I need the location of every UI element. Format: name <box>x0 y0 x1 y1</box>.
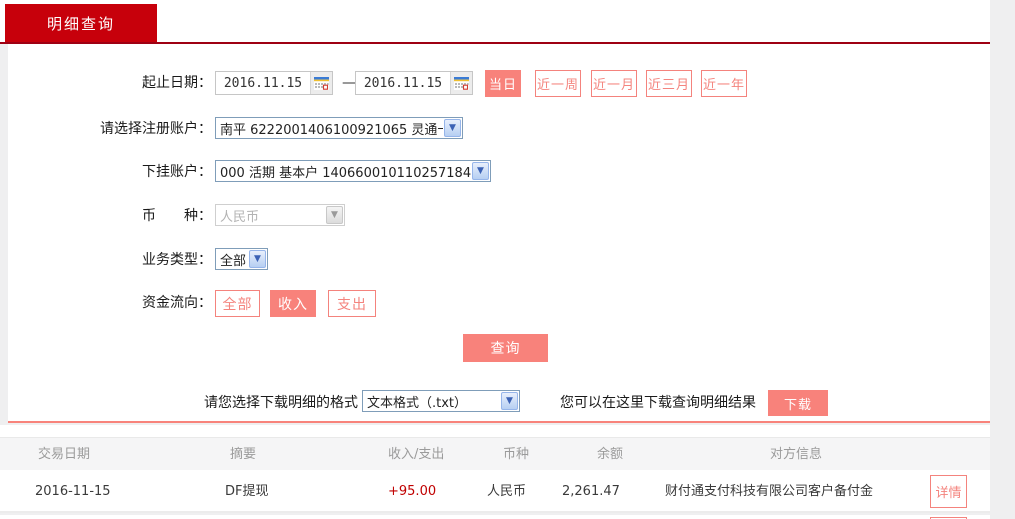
download-format-label: 请您选择下载明细的格式 <box>204 395 358 411</box>
header-currency: 币种 <box>503 447 530 462</box>
header-date: 交易日期 <box>38 447 91 462</box>
chevron-down-icon[interactable]: ▼ <box>444 119 461 137</box>
tab-bar: 明细查询 <box>0 0 990 42</box>
cell-amount: +95.00 <box>388 484 437 499</box>
detail-button[interactable]: 详情 <box>930 475 967 508</box>
cell-summary: DF提现 <box>225 484 269 499</box>
chevron-down-icon[interactable]: ▼ <box>249 250 266 268</box>
fund-flow-all-button[interactable]: 全部 <box>215 290 260 317</box>
cell-balance: 2,261.47 <box>562 484 620 499</box>
business-type-value: 全部 <box>220 253 247 269</box>
quick-range-quarter-button[interactable]: 近三月 <box>646 70 692 97</box>
quick-range-week-button[interactable]: 近一周 <box>535 70 581 97</box>
date-range-label: 起止日期： <box>142 75 212 91</box>
download-button[interactable]: 下载 <box>768 390 828 416</box>
start-date-input[interactable]: 2016.11.15 <box>215 71 333 95</box>
sub-account-value: 000 活期 基本户 1406600101102571848 <box>220 165 471 181</box>
sub-account-select[interactable]: 000 活期 基本户 1406600101102571848 ▼ <box>215 160 491 182</box>
quick-range-month-button[interactable]: 近一月 <box>591 70 637 97</box>
header-balance: 余额 <box>597 447 624 462</box>
download-format-value: 文本格式（.txt） <box>367 395 468 411</box>
register-account-value: 南平 6222001406100921065 灵通卡 <box>220 122 443 138</box>
chevron-down-icon[interactable]: ▼ <box>501 392 518 410</box>
quick-range-today-button[interactable]: 当日 <box>485 70 521 97</box>
quick-range-year-button[interactable]: 近一年 <box>701 70 747 97</box>
fund-flow-label: 资金流向： <box>142 295 212 311</box>
query-button[interactable]: 查询 <box>463 334 548 362</box>
end-date-value[interactable]: 2016.11.15 <box>356 76 450 91</box>
tab-detail-query[interactable]: 明细查询 <box>5 4 157 42</box>
table-top-gap <box>0 425 990 437</box>
cell-currency: 人民币 <box>487 484 527 499</box>
currency-value: 人民币 <box>220 209 260 225</box>
chevron-down-icon: ▼ <box>326 206 343 224</box>
register-account-select[interactable]: 南平 6222001406100921065 灵通卡 ▼ <box>215 117 463 139</box>
query-form-panel: 起止日期： 2016.11.15 — 2016.11.15 当日 近一周 近一月… <box>8 44 990 423</box>
table-row: 2016-11-15 DF提现 +95.00 人民币 2,261.47 财付通支… <box>0 470 990 513</box>
cell-counterparty: 财付通支付科技有限公司客户备付金 <box>665 484 874 499</box>
fund-flow-expense-button[interactable]: 支出 <box>328 290 376 317</box>
register-account-label: 请选择注册账户： <box>100 121 212 137</box>
detail-query-page: 明细查询 起止日期： 2016.11.15 — 2016.11.15 当日 近一… <box>0 0 1015 519</box>
calendar-icon[interactable] <box>310 72 332 94</box>
fund-flow-income-button[interactable]: 收入 <box>270 290 316 317</box>
currency-select: 人民币 ▼ <box>215 204 345 226</box>
download-hint-text: 您可以在这里下载查询明细结果 <box>560 395 756 411</box>
currency-label: 币 种： <box>142 208 212 224</box>
table-row-partial: 详情 <box>0 515 990 519</box>
business-type-label: 业务类型： <box>142 252 212 268</box>
business-type-select[interactable]: 全部 ▼ <box>215 248 268 270</box>
start-date-value[interactable]: 2016.11.15 <box>216 76 310 91</box>
sub-account-label: 下挂账户： <box>142 164 212 180</box>
header-summary: 摘要 <box>230 447 257 462</box>
download-format-select[interactable]: 文本格式（.txt） ▼ <box>362 390 520 412</box>
header-counterparty: 对方信息 <box>770 447 823 462</box>
end-date-input[interactable]: 2016.11.15 <box>355 71 473 95</box>
table-header-row: 交易日期 摘要 收入/支出 币种 余额 对方信息 <box>0 437 990 470</box>
calendar-icon[interactable] <box>450 72 472 94</box>
header-amount: 收入/支出 <box>388 447 445 462</box>
chevron-down-icon[interactable]: ▼ <box>472 162 489 180</box>
cell-date: 2016-11-15 <box>35 484 111 499</box>
